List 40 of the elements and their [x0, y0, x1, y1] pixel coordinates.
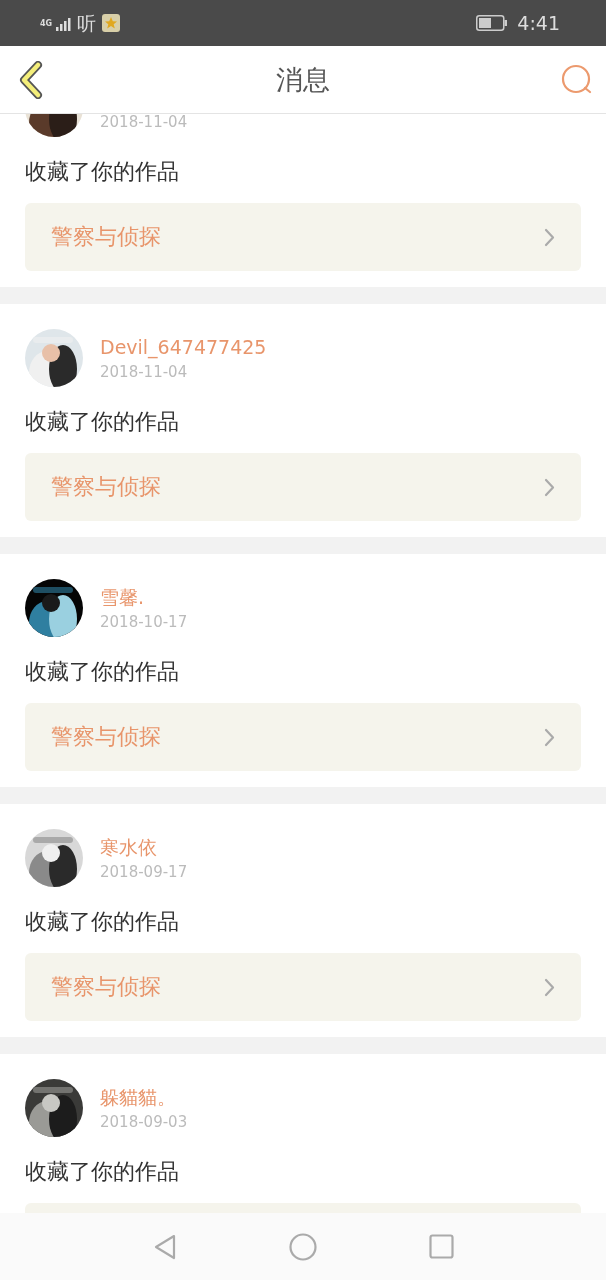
- message-date: 2018-10-17: [100, 612, 188, 631]
- clock-time: 4:41: [517, 12, 560, 34]
- triangle-back-icon: [153, 1233, 177, 1260]
- user-name[interactable]: Devil_647477425: [100, 335, 267, 358]
- work-title: 警察与侦探: [51, 223, 161, 251]
- work-title: 警察与侦探: [51, 473, 161, 501]
- home-nav-button[interactable]: [288, 1231, 318, 1262]
- work-link[interactable]: 警察与侦探: [25, 203, 581, 271]
- message-date: 2018-11-04: [100, 362, 189, 381]
- chevron-right-icon: [544, 977, 555, 997]
- page-title: 消息: [275, 62, 330, 97]
- message-text: 收藏了你的作品: [25, 1158, 180, 1186]
- search-icon: [561, 64, 592, 95]
- message-date: 2018-11-04: [100, 114, 188, 131]
- user-name[interactable]: 寒水依: [100, 835, 188, 858]
- work-title: 警察与侦探: [51, 723, 161, 751]
- search-button[interactable]: [561, 64, 592, 95]
- message-text: 收藏了你的作品: [25, 658, 180, 686]
- work-link[interactable]: 警察与侦探: [25, 703, 581, 771]
- app-notification-icon: 听: [77, 13, 97, 33]
- work-link[interactable]: 警察与侦探: [25, 453, 581, 521]
- circle-home-icon: [289, 1232, 317, 1261]
- battery-icon: [476, 15, 508, 31]
- recents-nav-button[interactable]: [426, 1231, 456, 1262]
- message-text: 收藏了你的作品: [25, 908, 180, 936]
- signal-icon: [56, 15, 72, 31]
- network-label: 4G: [40, 18, 53, 28]
- message-date: 2018-09-03: [100, 1112, 188, 1131]
- square-recents-icon: [428, 1234, 454, 1259]
- work-link[interactable]: 警察与侦探: [25, 953, 581, 1021]
- user-name[interactable]: 躲貓貓。: [100, 1085, 188, 1108]
- message-date: 2018-09-17: [100, 862, 188, 881]
- message-text: 收藏了你的作品: [25, 408, 180, 436]
- chevron-right-icon: [544, 227, 555, 247]
- chevron-right-icon: [544, 727, 555, 747]
- chevron-right-icon: [544, 477, 555, 497]
- star-icon: [102, 14, 121, 32]
- work-title: 警察与侦探: [51, 973, 161, 1001]
- user-name[interactable]: 雪馨.: [100, 585, 188, 608]
- message-text: 收藏了你的作品: [25, 158, 180, 186]
